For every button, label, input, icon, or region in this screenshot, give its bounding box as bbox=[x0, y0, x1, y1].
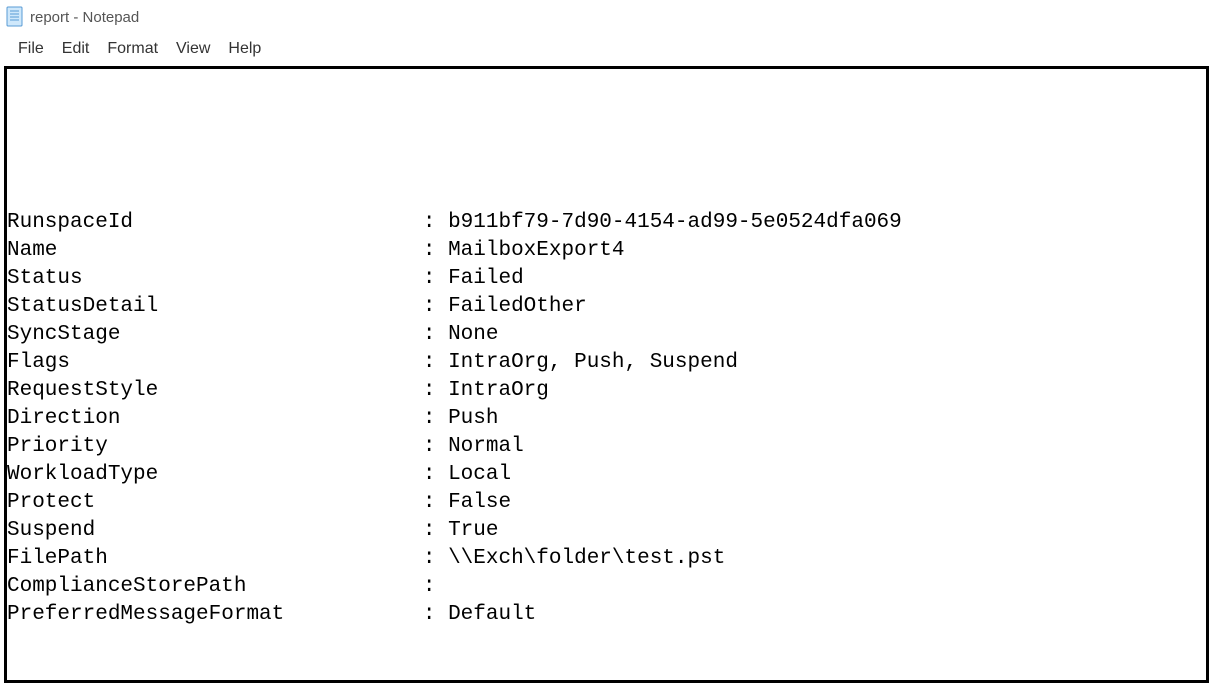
menubar: File Edit Format View Help bbox=[0, 34, 1213, 64]
menu-file[interactable]: File bbox=[10, 36, 52, 62]
menu-help[interactable]: Help bbox=[220, 36, 269, 62]
text-editor[interactable] bbox=[7, 69, 1206, 680]
notepad-icon bbox=[6, 6, 24, 28]
window-title: report - Notepad bbox=[30, 9, 139, 26]
menu-format[interactable]: Format bbox=[99, 36, 166, 62]
titlebar: report - Notepad bbox=[0, 0, 1213, 34]
editor-frame bbox=[4, 66, 1209, 683]
menu-view[interactable]: View bbox=[168, 36, 218, 62]
menu-edit[interactable]: Edit bbox=[54, 36, 98, 62]
